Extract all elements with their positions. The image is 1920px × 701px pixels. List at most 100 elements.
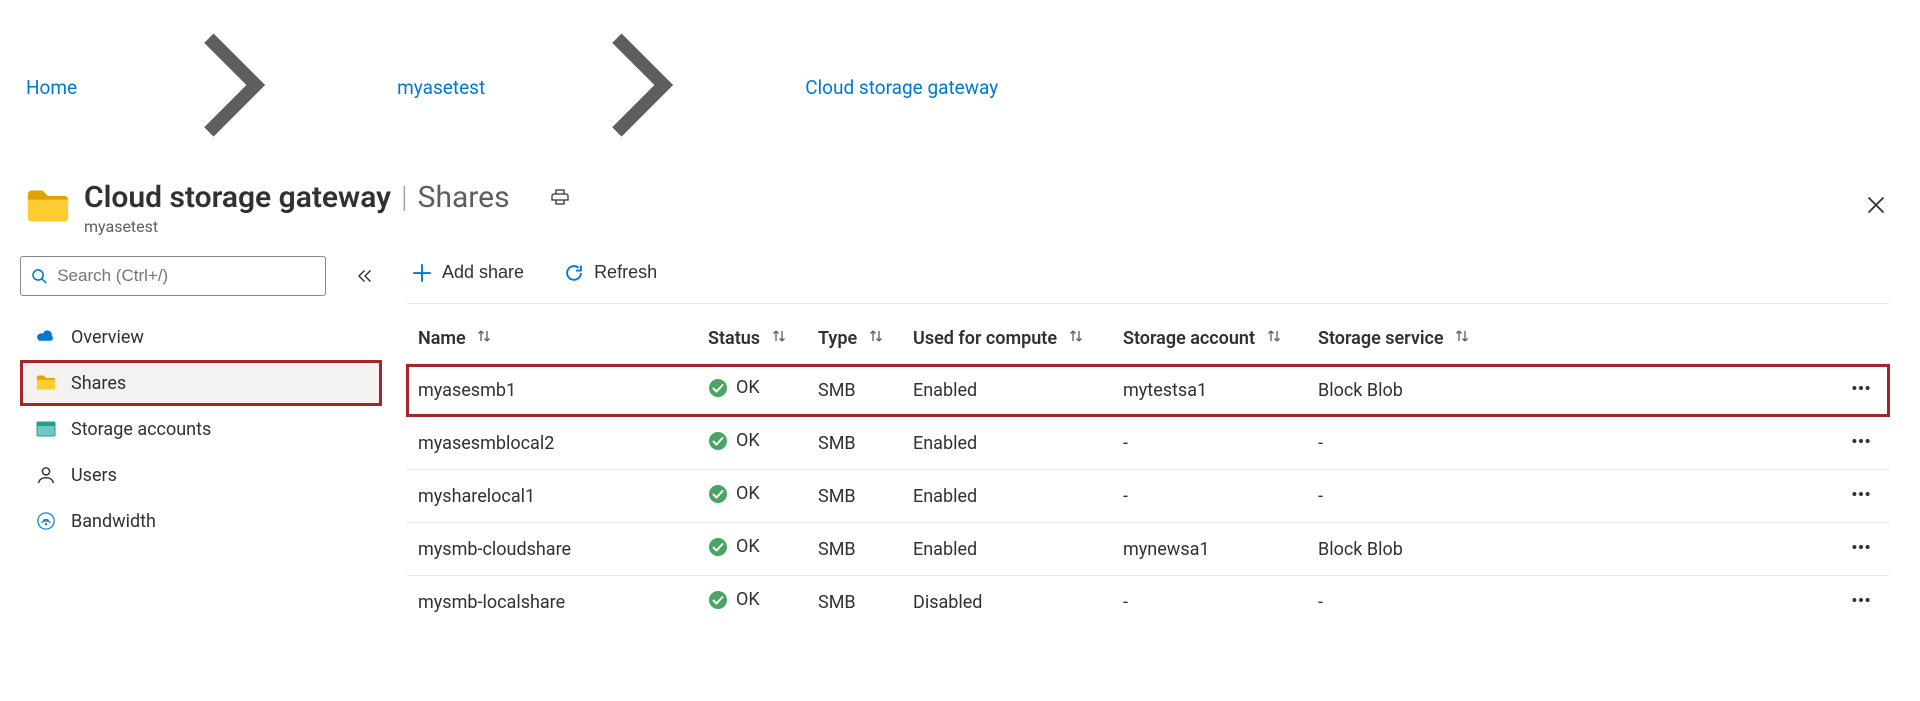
cell-service: - bbox=[1306, 470, 1832, 523]
refresh-label: Refresh bbox=[594, 262, 657, 283]
column-header-compute[interactable]: Used for compute bbox=[901, 318, 1111, 364]
cell-type: SMB bbox=[806, 417, 901, 470]
title-divider: | bbox=[401, 180, 408, 215]
cell-status: OK bbox=[696, 364, 806, 417]
person-icon bbox=[35, 466, 57, 484]
ok-icon bbox=[708, 431, 728, 451]
column-header-type[interactable]: Type bbox=[806, 318, 901, 364]
sidebar-item-storage-accounts[interactable]: Storage accounts bbox=[20, 406, 382, 452]
cell-account: mynewsa1 bbox=[1111, 523, 1306, 576]
table-row[interactable]: myasesmblocal2OKSMBEnabled-- bbox=[406, 417, 1890, 470]
refresh-icon bbox=[564, 263, 584, 283]
page-subtitle: myasetest bbox=[84, 217, 578, 236]
cell-status: OK bbox=[696, 523, 806, 576]
breadcrumb-link-current[interactable]: Cloud storage gateway bbox=[805, 76, 998, 99]
row-more-button[interactable] bbox=[1844, 535, 1878, 562]
sort-icon bbox=[868, 328, 884, 344]
cell-service: Block Blob bbox=[1306, 364, 1832, 417]
column-label: Used for compute bbox=[913, 328, 1057, 349]
cell-name: mysmb-cloudshare bbox=[406, 523, 696, 576]
more-icon bbox=[1850, 430, 1872, 452]
cell-status: OK bbox=[696, 417, 806, 470]
cell-account: mytestsa1 bbox=[1111, 364, 1306, 417]
table-row[interactable]: mysharelocal1OKSMBEnabled-- bbox=[406, 470, 1890, 523]
table-row[interactable]: mysmb-localshareOKSMBDisabled-- bbox=[406, 576, 1890, 629]
column-header-service[interactable]: Storage service bbox=[1306, 318, 1832, 364]
wifi-icon bbox=[35, 512, 57, 530]
row-more-button[interactable] bbox=[1844, 482, 1878, 509]
row-more-button[interactable] bbox=[1844, 429, 1878, 456]
cell-service: - bbox=[1306, 576, 1832, 629]
search-input[interactable] bbox=[55, 265, 315, 287]
folder-icon bbox=[26, 185, 70, 229]
more-icon bbox=[1850, 589, 1872, 611]
sidebar-item-label: Bandwidth bbox=[71, 511, 156, 532]
cell-account: - bbox=[1111, 470, 1306, 523]
cloud-icon bbox=[35, 328, 57, 346]
cell-compute: Enabled bbox=[901, 364, 1111, 417]
column-header-account[interactable]: Storage account bbox=[1111, 318, 1306, 364]
sidebar-item-label: Storage accounts bbox=[71, 419, 211, 440]
cell-compute: Disabled bbox=[901, 576, 1111, 629]
table-row[interactable]: mysmb-cloudshareOKSMBEnabledmynewsa1Bloc… bbox=[406, 523, 1890, 576]
sidebar-item-shares[interactable]: Shares bbox=[20, 360, 382, 406]
cell-status: OK bbox=[696, 470, 806, 523]
ok-icon bbox=[708, 484, 728, 504]
cell-name: mysharelocal1 bbox=[406, 470, 696, 523]
breadcrumb-link-home[interactable]: Home bbox=[26, 76, 77, 99]
sidebar: Overview Shares Storage accounts Users Bandw… bbox=[20, 250, 382, 628]
refresh-button[interactable]: Refresh bbox=[558, 258, 663, 287]
collapse-sidebar-button[interactable] bbox=[346, 258, 382, 294]
cell-type: SMB bbox=[806, 523, 901, 576]
cell-service: - bbox=[1306, 417, 1832, 470]
column-header-name[interactable]: Name bbox=[406, 318, 696, 364]
sort-icon bbox=[771, 328, 787, 344]
plus-icon bbox=[412, 263, 432, 283]
cell-compute: Enabled bbox=[901, 523, 1111, 576]
search-icon bbox=[31, 267, 47, 285]
folder-icon bbox=[35, 374, 57, 392]
cell-type: SMB bbox=[806, 470, 901, 523]
more-icon bbox=[1850, 377, 1872, 399]
sort-icon bbox=[1454, 328, 1470, 344]
column-header-status[interactable]: Status bbox=[696, 318, 806, 364]
cell-account: - bbox=[1111, 576, 1306, 629]
row-more-button[interactable] bbox=[1844, 376, 1878, 403]
main-content: Add share Refresh Name Status bbox=[406, 250, 1910, 628]
column-label: Storage service bbox=[1318, 328, 1444, 349]
sidebar-item-label: Users bbox=[71, 465, 117, 486]
column-label: Type bbox=[818, 328, 857, 349]
add-share-label: Add share bbox=[442, 262, 524, 283]
sidebar-search[interactable] bbox=[20, 256, 326, 296]
breadcrumb-link-resource[interactable]: myasetest bbox=[397, 76, 485, 99]
add-share-button[interactable]: Add share bbox=[406, 258, 530, 287]
close-icon bbox=[1866, 195, 1886, 215]
more-icon bbox=[1850, 483, 1872, 505]
close-button[interactable] bbox=[1858, 187, 1894, 223]
print-button[interactable] bbox=[542, 179, 578, 215]
table-row[interactable]: myasesmb1OKSMBEnabledmytestsa1Block Blob bbox=[406, 364, 1890, 417]
sidebar-item-label: Shares bbox=[71, 373, 126, 394]
cell-name: myasesmblocal2 bbox=[406, 417, 696, 470]
column-label: Status bbox=[708, 328, 760, 349]
sort-icon bbox=[1068, 328, 1084, 344]
page-title: Cloud storage gateway | Shares bbox=[84, 179, 578, 215]
sidebar-item-overview[interactable]: Overview bbox=[20, 314, 382, 360]
cell-type: SMB bbox=[806, 576, 901, 629]
shares-table: Name Status Type Used for compute bbox=[406, 318, 1890, 628]
chevron-right-icon bbox=[87, 10, 387, 165]
row-more-button[interactable] bbox=[1844, 588, 1878, 615]
cell-name: myasesmb1 bbox=[406, 364, 696, 417]
sidebar-item-users[interactable]: Users bbox=[20, 452, 382, 498]
chevron-left-double-icon bbox=[356, 268, 372, 284]
page-section: Shares bbox=[418, 180, 510, 215]
print-icon bbox=[550, 187, 570, 207]
breadcrumb: Home myasetest Cloud storage gateway bbox=[0, 0, 1920, 165]
ok-icon bbox=[708, 537, 728, 557]
page-header: Cloud storage gateway | Shares myasetest bbox=[0, 165, 1920, 250]
cell-name: mysmb-localshare bbox=[406, 576, 696, 629]
sidebar-item-bandwidth[interactable]: Bandwidth bbox=[20, 498, 382, 544]
cell-compute: Enabled bbox=[901, 470, 1111, 523]
ok-icon bbox=[708, 590, 728, 610]
cell-type: SMB bbox=[806, 364, 901, 417]
